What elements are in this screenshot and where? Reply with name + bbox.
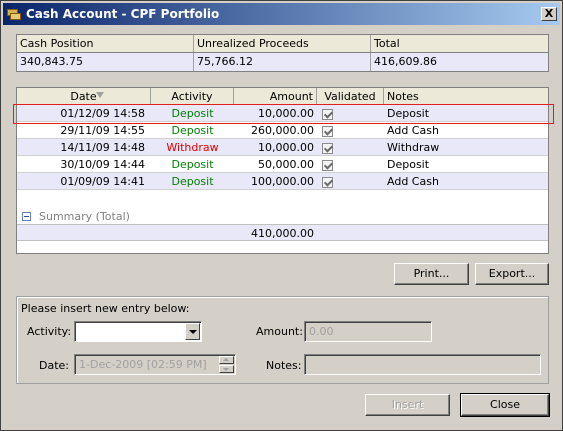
col-header-date[interactable]: Date: [17, 88, 151, 104]
sort-descending-icon: [96, 92, 104, 98]
total-value: 416,609.86: [374, 55, 437, 68]
row-activity: Deposit: [171, 175, 214, 188]
row-validated: [317, 105, 384, 121]
row-notes: Deposit: [387, 158, 430, 171]
chevron-down-icon[interactable]: [185, 323, 200, 340]
row-amount: 10,000.00: [258, 141, 314, 154]
activity-select[interactable]: [74, 321, 202, 342]
amount-field[interactable]: 0.00: [304, 321, 432, 342]
col-header-notes[interactable]: Notes: [384, 88, 548, 104]
row-amount: 100,000.00: [251, 175, 314, 188]
row-amount: 10,000.00: [258, 107, 314, 120]
col-header-total[interactable]: Total: [371, 35, 548, 52]
row-activity: Deposit: [171, 107, 214, 120]
collapse-icon[interactable]: [22, 211, 31, 221]
row-date: 29/11/09 14:55: [60, 124, 145, 137]
row-amount: 260,000.00: [251, 124, 314, 137]
row-activity: Withdraw: [166, 141, 219, 154]
cash-summary-row[interactable]: 340,843.75 75,766.12 416,609.86: [17, 53, 548, 71]
date-label: Date:: [39, 359, 69, 372]
close-button[interactable]: Close: [460, 393, 550, 417]
table-row[interactable]: 30/10/09 14:44 Deposit 50,000.00 Deposit: [17, 156, 548, 173]
validated-checkbox[interactable]: [322, 125, 333, 137]
row-date: 30/10/09 14:44: [60, 158, 145, 171]
cash-summary-header: Cash Position Unrealized Proceeds Total: [17, 35, 548, 53]
validated-checkbox[interactable]: [322, 142, 333, 154]
table-row[interactable]: 01/12/09 14:58 Deposit 10,000.00 Deposit: [17, 105, 548, 122]
window-title: Cash Account - CPF Portfolio: [26, 7, 220, 21]
col-header-activity[interactable]: Activity: [151, 88, 234, 104]
row-activity: Deposit: [171, 124, 214, 137]
row-amount: 50,000.00: [258, 158, 314, 171]
col-header-amount[interactable]: Amount: [234, 88, 317, 104]
col-header-cash-position[interactable]: Cash Position: [17, 35, 194, 52]
row-validated: [317, 122, 384, 138]
row-notes: Add Cash: [387, 124, 439, 137]
row-validated: [317, 173, 384, 189]
col-header-unrealized-proceeds[interactable]: Unrealized Proceeds: [194, 35, 371, 52]
spin-down-icon[interactable]: [219, 365, 234, 373]
new-entry-prompt: Please insert new entry below:: [21, 302, 190, 315]
table-row[interactable]: 14/11/09 14:48 Withdraw 10,000.00 Withdr…: [17, 139, 548, 156]
cash-summary-grid: Cash Position Unrealized Proceeds Total …: [16, 34, 549, 72]
row-notes: Withdraw: [387, 141, 440, 154]
title-bar: Cash Account - CPF Portfolio X: [3, 3, 560, 25]
cash-account-dialog: Cash Account - CPF Portfolio X Cash Posi…: [0, 0, 563, 431]
row-validated: [317, 156, 384, 172]
cash-position-value: 340,843.75: [17, 53, 194, 71]
validated-checkbox[interactable]: [322, 108, 333, 120]
transactions-header: Date Activity Amount Validated Notes: [17, 88, 548, 105]
row-activity: Deposit: [171, 158, 214, 171]
date-spinner[interactable]: [219, 356, 234, 373]
notes-label: Notes:: [266, 359, 302, 372]
col-header-date-label: Date: [70, 90, 97, 103]
col-header-validated[interactable]: Validated: [317, 88, 384, 104]
row-notes: Add Cash: [387, 175, 439, 188]
row-date: 14/11/09 14:48: [60, 141, 145, 154]
table-row[interactable]: 01/09/09 14:41 Deposit 100,000.00 Add Ca…: [17, 173, 548, 190]
row-date: 01/12/09 14:58: [60, 107, 145, 120]
date-picker-value: 1-Dec-2009 [02:59 PM]: [79, 358, 207, 371]
summary-total-row: 410,000.00: [17, 224, 548, 241]
print-button[interactable]: Print...: [394, 263, 469, 285]
portfolio-app-icon: [6, 6, 22, 22]
spin-up-icon[interactable]: [219, 356, 234, 364]
window-close-button[interactable]: X: [541, 7, 557, 21]
transactions-grid: Date Activity Amount Validated Notes 01/…: [16, 87, 549, 254]
activity-label: Activity:: [27, 325, 72, 338]
date-picker[interactable]: 1-Dec-2009 [02:59 PM]: [74, 354, 236, 375]
notes-field[interactable]: [304, 354, 541, 375]
unrealized-proceeds-value: 75,766.12: [194, 53, 371, 71]
validated-checkbox[interactable]: [322, 159, 333, 171]
summary-label: Summary (Total): [39, 209, 130, 223]
summary-group-row[interactable]: Summary (Total): [17, 207, 548, 225]
insert-button[interactable]: Insert: [365, 394, 450, 416]
amount-label: Amount:: [256, 325, 303, 338]
row-date: 01/09/09 14:41: [60, 175, 145, 188]
row-notes: Deposit: [387, 107, 430, 120]
export-button[interactable]: Export...: [475, 263, 549, 285]
validated-checkbox[interactable]: [322, 176, 333, 188]
table-row[interactable]: 29/11/09 14:55 Deposit 260,000.00 Add Ca…: [17, 122, 548, 139]
row-validated: [317, 139, 384, 155]
summary-total-amount: 410,000.00: [251, 227, 314, 240]
